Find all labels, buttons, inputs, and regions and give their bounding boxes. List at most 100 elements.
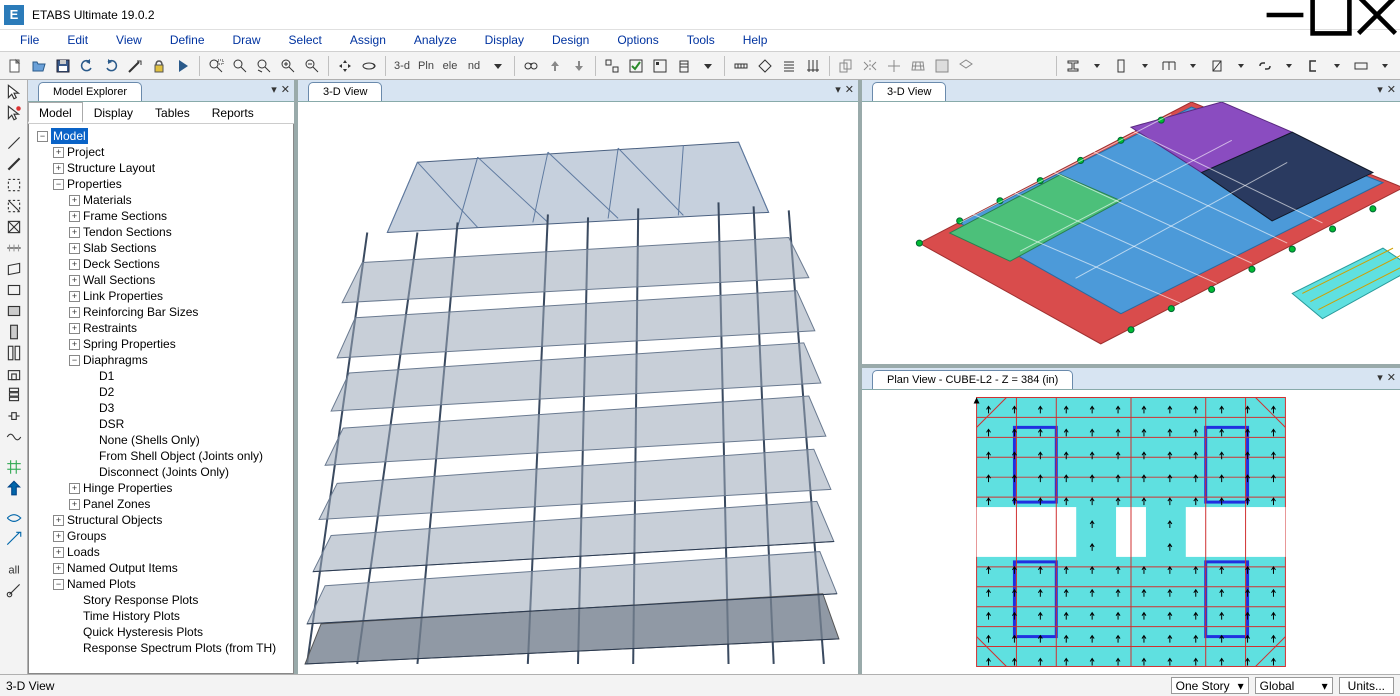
menu-define[interactable]: Define xyxy=(156,30,219,51)
tree-node[interactable]: +Wall Sections xyxy=(33,272,291,288)
panel-close-icon[interactable]: ✕ xyxy=(281,83,290,96)
viewport-plan[interactable]: Plan View - CUBE-L2 - Z = 384 (in) ▾✕ xyxy=(862,368,1400,674)
beam-button[interactable] xyxy=(1158,55,1180,77)
dropdown-8-icon[interactable] xyxy=(1326,55,1348,77)
quick-beam-button[interactable] xyxy=(4,175,24,195)
tree-node[interactable]: Story Response Plots xyxy=(33,592,291,608)
tree-twisty-icon[interactable]: + xyxy=(69,339,80,350)
minimize-button[interactable] xyxy=(1262,0,1308,30)
tree-twisty-icon[interactable]: + xyxy=(53,563,64,574)
cbeam-button[interactable] xyxy=(1302,55,1324,77)
draw-secondary-button[interactable] xyxy=(4,238,24,258)
quick-column-button[interactable] xyxy=(4,196,24,216)
tree-node[interactable]: +Structure Layout xyxy=(33,160,291,176)
quick-floor-button[interactable] xyxy=(4,301,24,321)
rotate-3d-button[interactable] xyxy=(358,55,380,77)
tree-node[interactable]: +Link Properties xyxy=(33,288,291,304)
tree-twisty-icon[interactable]: + xyxy=(69,259,80,270)
replicate-button[interactable] xyxy=(835,55,857,77)
zoom-full-button[interactable] xyxy=(229,55,251,77)
tree-twisty-icon[interactable]: + xyxy=(69,211,80,222)
menu-edit[interactable]: Edit xyxy=(53,30,102,51)
tree-node[interactable]: −Diaphragms xyxy=(33,352,291,368)
save-button[interactable] xyxy=(52,55,74,77)
tree-twisty-icon[interactable]: − xyxy=(69,355,80,366)
viewport-3d-right-canvas[interactable] xyxy=(862,102,1400,364)
tree-node[interactable]: Quick Hysteresis Plots xyxy=(33,624,291,640)
tree-twisty-icon[interactable]: − xyxy=(53,179,64,190)
tree-node[interactable]: +Frame Sections xyxy=(33,208,291,224)
tree-twisty-icon[interactable]: + xyxy=(69,243,80,254)
viewport-close-icon[interactable]: ✕ xyxy=(1387,371,1396,384)
menu-assign[interactable]: Assign xyxy=(336,30,400,51)
dropdown-2-icon[interactable] xyxy=(697,55,719,77)
tree-node[interactable]: Response Spectrum Plots (from TH) xyxy=(33,640,291,656)
menu-tools[interactable]: Tools xyxy=(673,30,729,51)
section-cut-button[interactable] xyxy=(754,55,776,77)
quick-wall-button[interactable] xyxy=(4,343,24,363)
set-building-view-button[interactable] xyxy=(673,55,695,77)
move-up-button[interactable] xyxy=(544,55,566,77)
menu-design[interactable]: Design xyxy=(538,30,603,51)
dropdown-6-icon[interactable] xyxy=(1230,55,1252,77)
draw-tendon-button[interactable] xyxy=(4,427,24,447)
tree-node[interactable]: +Loads xyxy=(33,544,291,560)
tree-node[interactable]: D3 xyxy=(33,400,291,416)
shell-draw-button[interactable] xyxy=(955,55,977,77)
zoom-rubber-button[interactable] xyxy=(205,55,227,77)
model-tree[interactable]: −Model+Project+Structure Layout−Properti… xyxy=(28,124,294,674)
tree-node[interactable]: From Shell Object (Joints only) xyxy=(33,448,291,464)
explorer-tab-model[interactable]: Model xyxy=(28,102,83,123)
menu-display[interactable]: Display xyxy=(471,30,538,51)
dropdown-4-icon[interactable] xyxy=(1134,55,1156,77)
tree-node[interactable]: +Slab Sections xyxy=(33,240,291,256)
story-select[interactable]: One Story▾ xyxy=(1171,677,1249,694)
tree-node[interactable]: +Panel Zones xyxy=(33,496,291,512)
panel-dropdown-icon[interactable]: ▾ xyxy=(271,83,277,96)
zoom-in-button[interactable] xyxy=(277,55,299,77)
tree-node[interactable]: +Hinge Properties xyxy=(33,480,291,496)
grid-data-button[interactable] xyxy=(802,55,824,77)
mirror-button[interactable] xyxy=(859,55,881,77)
lock-button[interactable] xyxy=(148,55,170,77)
viewport-tab-plan[interactable]: Plan View - CUBE-L2 - Z = 384 (in) xyxy=(872,370,1073,389)
tree-node[interactable]: D1 xyxy=(33,368,291,384)
measure-button[interactable] xyxy=(730,55,752,77)
tree-node[interactable]: +Groups xyxy=(33,528,291,544)
dropdown-icon[interactable] xyxy=(487,55,509,77)
run-analysis-button[interactable] xyxy=(172,55,194,77)
pointer-button[interactable] xyxy=(4,82,24,102)
tree-node[interactable]: D2 xyxy=(33,384,291,400)
tree-node[interactable]: DSR xyxy=(33,416,291,432)
draw-link-button[interactable] xyxy=(4,406,24,426)
tree-twisty-icon[interactable]: + xyxy=(69,275,80,286)
draw-dim-button[interactable] xyxy=(4,478,24,498)
viewport-3d-left[interactable]: 3-D View ▾ ✕ xyxy=(296,80,858,674)
menu-select[interactable]: Select xyxy=(275,30,336,51)
menu-help[interactable]: Help xyxy=(729,30,782,51)
draw-wall-button[interactable] xyxy=(4,322,24,342)
tree-twisty-icon[interactable]: − xyxy=(53,579,64,590)
view-node-button[interactable]: nd xyxy=(463,55,485,77)
tree-twisty-icon[interactable]: + xyxy=(69,195,80,206)
draw-floor-button[interactable] xyxy=(4,259,24,279)
reshape-button[interactable] xyxy=(4,103,24,123)
tree-node[interactable]: +Reinforcing Bar Sizes xyxy=(33,304,291,320)
pan-button[interactable] xyxy=(334,55,356,77)
explorer-tab-reports[interactable]: Reports xyxy=(201,102,265,123)
new-model-button[interactable] xyxy=(4,55,26,77)
draw-section-cut-button[interactable] xyxy=(4,508,24,528)
set-display-button[interactable] xyxy=(625,55,647,77)
tree-twisty-icon[interactable]: + xyxy=(69,227,80,238)
tree-twisty-icon[interactable]: + xyxy=(69,499,80,510)
coord-system-select[interactable]: Global▾ xyxy=(1255,677,1333,694)
viewport-dropdown-icon[interactable]: ▾ xyxy=(835,83,841,96)
set-view-options-button[interactable] xyxy=(649,55,671,77)
menu-options[interactable]: Options xyxy=(603,30,672,51)
viewport-tab-3d-left[interactable]: 3-D View xyxy=(308,82,382,101)
move-button[interactable] xyxy=(883,55,905,77)
quick-brace-button[interactable] xyxy=(4,217,24,237)
tree-twisty-icon[interactable]: − xyxy=(37,131,48,142)
panel-tab-model-explorer[interactable]: Model Explorer xyxy=(38,82,142,101)
tree-node[interactable]: None (Shells Only) xyxy=(33,432,291,448)
